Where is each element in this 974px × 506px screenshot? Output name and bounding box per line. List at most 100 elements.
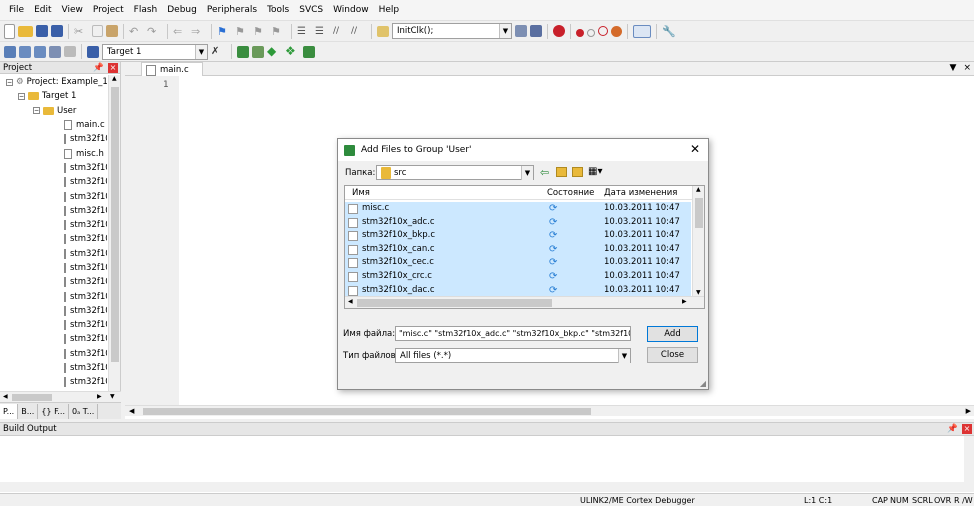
up-folder-icon[interactable] xyxy=(556,167,567,177)
clear-bookmarks-icon[interactable]: ⚑ xyxy=(271,24,286,39)
tree-file-item[interactable]: stm32f10 xyxy=(0,375,107,389)
file-list-row[interactable]: stm32f10x_adc.c ⟳ 10.03.2011 10:47 xyxy=(345,215,691,230)
resize-grip-icon[interactable]: ◢ xyxy=(700,379,706,388)
column-name[interactable]: Имя xyxy=(352,188,370,198)
scroll-right-icon[interactable]: ▶ xyxy=(966,407,971,415)
menu-peripherals[interactable]: Peripherals xyxy=(202,5,262,15)
target-options-icon[interactable]: ✗ xyxy=(211,44,226,59)
column-status[interactable]: Состояние xyxy=(547,188,594,198)
tree-file-item[interactable]: stm32f10 xyxy=(0,261,107,275)
new-file-icon[interactable] xyxy=(4,23,15,39)
editor-tab-main[interactable]: main.c xyxy=(141,62,203,76)
tab-project[interactable]: P... xyxy=(0,403,19,419)
tab-list-icon[interactable]: ▼ xyxy=(950,63,957,73)
build-horizontal-scrollbar[interactable] xyxy=(0,482,964,492)
tree-file-item[interactable]: stm32f10 xyxy=(0,332,107,346)
unindent-icon[interactable]: ☰ xyxy=(315,24,330,39)
chevron-down-icon[interactable]: ▼ xyxy=(618,348,630,363)
menu-svcs[interactable]: SVCS xyxy=(294,5,328,15)
tree-file-item[interactable]: stm32f10 xyxy=(0,318,107,332)
scroll-up-icon[interactable]: ▲ xyxy=(112,75,117,82)
file-list-row[interactable]: stm32f10x_crc.c ⟳ 10.03.2011 10:47 xyxy=(345,270,691,284)
function-combo[interactable]: InitClk(); ▼ xyxy=(392,23,512,39)
paste-icon[interactable] xyxy=(106,25,118,37)
kill-all-breakpoints-icon[interactable] xyxy=(611,25,622,37)
close-icon[interactable]: × xyxy=(963,63,971,73)
disable-all-breakpoints-icon[interactable] xyxy=(598,26,608,36)
open-folder-icon[interactable] xyxy=(18,25,33,37)
build-vertical-scrollbar[interactable] xyxy=(964,436,974,492)
menu-help[interactable]: Help xyxy=(374,5,405,15)
collapse-icon[interactable]: − xyxy=(6,78,13,86)
breakpoint-disabled-icon[interactable] xyxy=(587,28,595,37)
tree-file-item[interactable]: stm32f10 xyxy=(0,132,107,146)
tree-file-item[interactable]: stm32f10 xyxy=(0,361,107,375)
tree-file-item[interactable]: stm32f10 xyxy=(0,204,107,218)
file-list-row[interactable]: stm32f10x_can.c ⟳ 10.03.2011 10:47 xyxy=(345,242,691,257)
nav-forward-icon[interactable]: ⇒ xyxy=(191,24,206,39)
chevron-down-icon[interactable]: ▼ xyxy=(195,44,207,59)
menu-view[interactable]: View xyxy=(57,5,88,15)
download-icon[interactable] xyxy=(87,45,99,58)
tree-group-node[interactable]: − User xyxy=(0,104,107,118)
target-combo[interactable]: Target 1 ▼ xyxy=(102,43,208,60)
file-list-row[interactable]: stm32f10x_bkp.c ⟳ 10.03.2011 10:47 xyxy=(345,229,691,243)
cut-icon[interactable]: ✂ xyxy=(74,24,89,39)
tree-file-item[interactable]: misc.h xyxy=(0,146,107,160)
folder-combo[interactable]: src ▼ xyxy=(376,165,534,180)
tree-file-item[interactable]: stm32f10 xyxy=(0,289,107,303)
next-bookmark-icon[interactable]: ⚑ xyxy=(253,24,268,39)
scroll-down-icon[interactable]: ▼ xyxy=(696,289,701,296)
rebuild-icon[interactable] xyxy=(34,45,46,58)
menu-flash[interactable]: Flash xyxy=(129,5,163,15)
comment-icon[interactable]: // xyxy=(333,24,348,39)
tree-file-item[interactable]: stm32f10 xyxy=(0,275,107,289)
back-arrow-icon[interactable]: ⇦ xyxy=(540,166,549,179)
menu-debug[interactable]: Debug xyxy=(162,5,202,15)
uncomment-icon[interactable]: // xyxy=(351,24,366,39)
scroll-right-icon[interactable]: ▶ xyxy=(97,393,102,400)
scroll-left-icon[interactable]: ◀ xyxy=(129,407,134,415)
save-icon[interactable] xyxy=(36,25,48,37)
redo-icon[interactable]: ↷ xyxy=(147,24,162,39)
menu-file[interactable]: File xyxy=(4,5,29,15)
scroll-right-icon[interactable]: ▶ xyxy=(682,298,687,305)
tab-functions[interactable]: {} F... xyxy=(38,403,70,419)
pin-icon[interactable]: 📌 xyxy=(947,424,958,434)
tree-project-node[interactable]: − ⚙ Project: Example_1 xyxy=(0,75,107,89)
menu-window[interactable]: Window xyxy=(328,5,374,15)
menu-project[interactable]: Project xyxy=(88,5,129,15)
undo-icon[interactable]: ↶ xyxy=(129,24,144,39)
nav-back-icon[interactable]: ⇐ xyxy=(173,24,188,39)
chevron-down-icon[interactable]: ▼ xyxy=(499,24,511,38)
close-button[interactable]: Close xyxy=(647,347,698,363)
tree-target-node[interactable]: − Target 1 xyxy=(0,89,107,103)
debug-session-icon[interactable] xyxy=(553,25,565,37)
find-in-files-icon[interactable] xyxy=(377,25,389,37)
add-button[interactable]: Add xyxy=(647,326,698,342)
menu-edit[interactable]: Edit xyxy=(29,5,56,15)
green-diamond-icon[interactable]: ◆ xyxy=(267,44,282,59)
file-list-vertical-scrollbar[interactable]: ▲ ▼ xyxy=(692,186,704,296)
scroll-left-icon[interactable]: ◀ xyxy=(348,298,353,305)
manage-components-icon[interactable] xyxy=(237,45,249,58)
tree-file-item[interactable]: stm32f10 xyxy=(0,247,107,261)
tree-file-item[interactable]: stm32f10 xyxy=(0,218,107,232)
scroll-thumb[interactable] xyxy=(695,198,703,228)
tab-templates[interactable]: 0ₐ T... xyxy=(69,403,99,419)
editor-horizontal-scrollbar[interactable]: ◀ ▶ xyxy=(125,405,974,416)
project-horizontal-scrollbar[interactable]: ◀ ▶ ▼ xyxy=(0,391,121,402)
collapse-icon[interactable]: − xyxy=(18,92,25,100)
file-list-row[interactable]: stm32f10x_cec.c ⟳ 10.03.2011 10:47 xyxy=(345,256,691,270)
collapse-icon[interactable]: − xyxy=(33,107,40,115)
tree-file-item[interactable]: stm32f10 xyxy=(0,304,107,318)
filetype-combo[interactable]: All files (*.*) ▼ xyxy=(395,348,631,363)
stop-build-icon[interactable] xyxy=(64,46,76,57)
close-icon[interactable]: ✕ xyxy=(690,142,700,156)
run-time-environment-icon[interactable] xyxy=(303,45,315,58)
prev-bookmark-icon[interactable]: ⚑ xyxy=(235,24,250,39)
project-vertical-scrollbar[interactable]: ▲ xyxy=(108,75,120,391)
bookmark-icon[interactable]: ⚑ xyxy=(217,24,232,39)
tree-file-item[interactable]: stm32f10 xyxy=(0,347,107,361)
tab-books[interactable]: B... xyxy=(18,403,39,419)
